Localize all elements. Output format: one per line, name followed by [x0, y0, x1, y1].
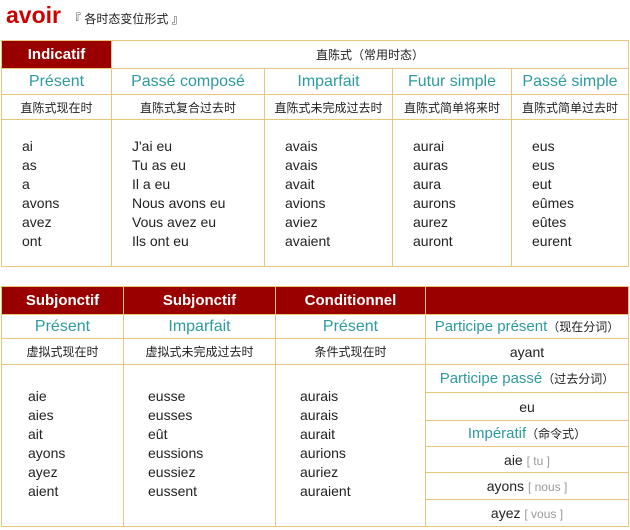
participe-passe-label: Participe passé（过去分词） — [425, 364, 629, 393]
form: ayez — [28, 464, 58, 480]
form: eûtes — [532, 214, 567, 230]
tense-cn: 虚拟式现在时 — [1, 338, 124, 365]
form: J'ai eu — [132, 138, 173, 154]
imperatif-row: aie [ tu ] — [425, 446, 629, 473]
mood-subjonctif: Subjonctif — [1, 286, 124, 315]
form: eussent — [148, 483, 198, 499]
conjugation-cell: aurais aurais aurait aurions auriez auraient — [275, 364, 426, 527]
form: Il a eu — [132, 176, 171, 192]
conjugation-cell: aie aies ait ayons ayez aient — [1, 364, 124, 527]
conjugation-cell: ai as a avons avez ont — [1, 119, 112, 267]
imperatif-row: ayons [ nous ] — [425, 472, 629, 500]
form: Ils ont eu — [132, 233, 189, 249]
conjugation-cell: aurai auras aura aurons aurez auront — [392, 119, 512, 267]
form: aurez — [413, 214, 449, 230]
tense-cn: 直陈式未完成过去时 — [264, 94, 393, 120]
tense-name: Imparfait — [123, 314, 276, 339]
mood-indicatif-cn: 直陈式（常用时态） — [110, 40, 630, 69]
form: auraient — [300, 483, 351, 499]
form: avais — [285, 157, 318, 173]
tense-name: Présent — [275, 314, 426, 339]
page-header: avoir 『 各时态变位形式 』 — [6, 2, 184, 32]
imperatif-pronoun: [ tu ] — [526, 453, 550, 468]
form: avaient — [285, 233, 331, 249]
conjugation-cell: eusse eusses eût eussions eussiez eussent — [123, 364, 276, 527]
tense-cn: 直陈式复合过去时 — [111, 94, 265, 120]
mood-indicatif: Indicatif — [1, 40, 112, 69]
tense-cn: 直陈式简单过去时 — [510, 94, 630, 120]
form: ayons — [28, 445, 66, 461]
mood-conditionnel: Conditionnel — [275, 286, 426, 315]
tense-name: Futur simple — [392, 68, 512, 95]
form: aviez — [285, 214, 318, 230]
tense-cn: 虚拟式未完成过去时 — [123, 338, 276, 365]
form: aies — [28, 407, 54, 423]
form: eus — [532, 138, 555, 154]
form: eût — [148, 426, 168, 442]
form: eusses — [148, 407, 193, 423]
imperatif-label: Impératif（命令式） — [425, 420, 629, 447]
tense-cn: 条件式现在时 — [275, 338, 426, 365]
imperatif-pronoun: [ nous ] — [527, 480, 568, 494]
form: auront — [413, 233, 453, 249]
form: Tu as eu — [132, 157, 186, 173]
form: avais — [285, 138, 318, 154]
form: ont — [22, 233, 42, 249]
mood-subjonctif: Subjonctif — [123, 286, 276, 315]
form: eut — [532, 176, 552, 192]
form: avions — [285, 195, 326, 211]
form: eussiez — [148, 464, 196, 480]
verb-subtitle: 『 各时态变位形式 』 — [68, 12, 184, 26]
tense-name: Passé simple — [510, 68, 630, 95]
participe-present-value: ayant — [425, 338, 629, 365]
imperatif-row: ayez [ vous ] — [425, 499, 629, 527]
participe-passe-value: eu — [425, 392, 629, 421]
tense-name: Présent — [1, 314, 124, 339]
conjugation-cell: J'ai eu Tu as eu Il a eu Nous avons eu Vous … — [111, 119, 265, 267]
form: avait — [285, 176, 315, 192]
form: aient — [28, 483, 59, 499]
form: aurais — [300, 388, 339, 404]
participe-present-label: Participe présent（现在分词） — [425, 314, 629, 339]
form: eûmes — [532, 195, 575, 211]
form: aurais — [300, 407, 339, 423]
form: Nous avons eu — [132, 195, 226, 211]
form: aurait — [300, 426, 336, 442]
form: aurai — [413, 138, 445, 154]
form: eurent — [532, 233, 572, 249]
tense-cn: 直陈式现在时 — [1, 94, 112, 120]
form: aurions — [300, 445, 346, 461]
tense-name: Passé composé — [111, 68, 265, 95]
form: eus — [532, 157, 555, 173]
form: a — [22, 176, 30, 192]
form: ai — [22, 138, 33, 154]
form: Vous avez eu — [132, 214, 217, 230]
form: eussions — [148, 445, 204, 461]
mood-blank — [425, 286, 629, 315]
form: aurons — [413, 195, 456, 211]
tense-name: Présent — [1, 68, 112, 95]
subjonctif-conditionnel-table: Subjonctif Subjonctif Conditionnel Prése… — [1, 286, 629, 527]
tense-cn: 直陈式简单将来时 — [392, 94, 512, 120]
tense-name: Imparfait — [264, 68, 393, 95]
form: aura — [413, 176, 442, 192]
form: avons — [22, 195, 60, 211]
verb-title: avoir — [6, 2, 61, 28]
form: aie — [28, 388, 47, 404]
form: auras — [413, 157, 449, 173]
imperatif-form: aie — [504, 451, 523, 468]
form: avez — [22, 214, 52, 230]
form: eusse — [148, 388, 186, 404]
form: auriez — [300, 464, 339, 480]
indicatif-table: Indicatif 直陈式（常用时态） Présent Passé compos… — [1, 40, 630, 267]
conjugation-cell: avais avais avait avions aviez avaient — [264, 119, 393, 267]
imperatif-pronoun: [ vous ] — [524, 507, 564, 521]
imperatif-form: ayons — [486, 478, 525, 494]
imperatif-form: ayez — [490, 505, 521, 521]
form: ait — [28, 426, 43, 442]
form: as — [22, 157, 37, 173]
conjugation-cell: eus eus eut eûmes eûtes eurent — [510, 119, 630, 267]
